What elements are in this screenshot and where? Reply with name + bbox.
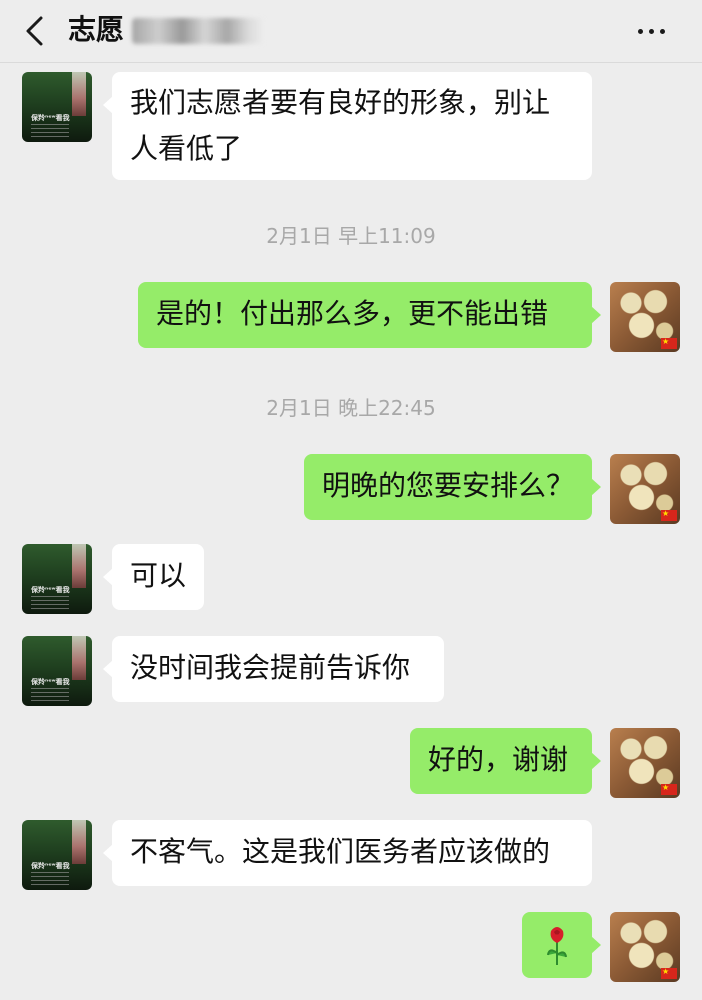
avatar-self[interactable] bbox=[610, 912, 680, 982]
chat-header: 志愿 bbox=[0, 0, 702, 63]
message-bubble-received[interactable]: 不客气。这是我们医务者应该做的 bbox=[103, 820, 592, 886]
avatar-self[interactable] bbox=[610, 282, 680, 352]
message-bubble-received[interactable]: 我们志愿者要有良好的形象，别让 人看低了 bbox=[103, 72, 592, 180]
avatar-label: 保羚ⁿᵉʷ看我 bbox=[31, 586, 70, 594]
message-bubble-received[interactable]: 可以 bbox=[103, 544, 204, 610]
avatar-contact[interactable]: 保羚ⁿᵉʷ看我 bbox=[22, 820, 92, 890]
message-text: 明晚的您要安排么？ bbox=[322, 469, 575, 502]
message-bubble-sent[interactable]: 是的！付出那么多，更不能出错 bbox=[138, 282, 601, 348]
avatar-self[interactable] bbox=[610, 454, 680, 524]
message-text: 不客气。这是我们医务者应该做的 bbox=[130, 835, 551, 868]
more-button[interactable] bbox=[626, 16, 676, 46]
avatar-self[interactable] bbox=[610, 728, 680, 798]
flag-icon bbox=[661, 335, 677, 349]
chat-title: 志愿 bbox=[68, 13, 125, 46]
more-dots-icon bbox=[637, 28, 643, 34]
message-text: 没时间我会提前告诉你 bbox=[130, 651, 411, 684]
avatar-label: 保羚ⁿᵉʷ看我 bbox=[31, 114, 70, 122]
message-text: 可以 bbox=[130, 559, 187, 592]
back-button[interactable] bbox=[18, 14, 52, 48]
message-bubble-sent[interactable]: 好的，谢谢 bbox=[410, 728, 601, 794]
avatar-label: 保羚ⁿᵉʷ看我 bbox=[31, 862, 70, 870]
redacted-name bbox=[132, 18, 264, 44]
flag-icon bbox=[661, 965, 677, 979]
rose-icon bbox=[547, 927, 567, 965]
avatar-contact[interactable]: 保羚ⁿᵉʷ看我 bbox=[22, 72, 92, 142]
avatar-contact[interactable]: 保羚ⁿᵉʷ看我 bbox=[22, 636, 92, 706]
message-text-line: 我们志愿者要有良好的形象，别让 bbox=[130, 86, 551, 119]
message-text: 好的，谢谢 bbox=[428, 743, 569, 776]
timestamp: 2月1日 晚上22:45 bbox=[266, 396, 436, 420]
message-bubble-received[interactable]: 没时间我会提前告诉你 bbox=[103, 636, 444, 702]
chevron-left-icon bbox=[26, 16, 43, 46]
avatar-label: 保羚ⁿᵉʷ看我 bbox=[31, 678, 70, 686]
timestamp: 2月1日 早上11:09 bbox=[266, 224, 436, 248]
avatar-contact[interactable]: 保羚ⁿᵉʷ看我 bbox=[22, 544, 92, 614]
message-bubble-sent[interactable] bbox=[522, 912, 601, 978]
flag-icon bbox=[661, 781, 677, 795]
message-text: 是的！付出那么多，更不能出错 bbox=[156, 297, 549, 330]
message-bubble-sent[interactable]: 明晚的您要安排么？ bbox=[304, 454, 601, 520]
flag-icon bbox=[661, 507, 677, 521]
message-text-line: 人看低了 bbox=[130, 132, 243, 165]
